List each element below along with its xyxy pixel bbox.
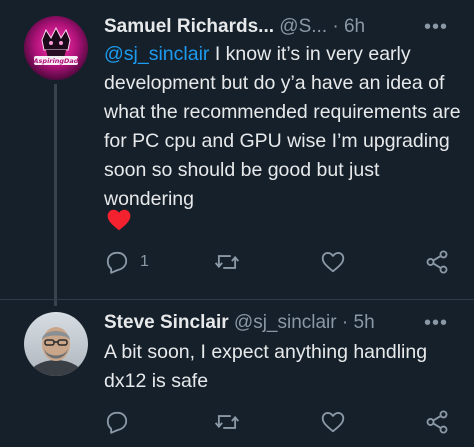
thread-line — [54, 84, 57, 306]
like-button[interactable] — [320, 247, 356, 277]
gaming-logo-avatar-icon: AspiringDad — [24, 16, 88, 80]
reply-icon — [106, 251, 128, 274]
profile-photo-avatar-icon — [24, 312, 88, 376]
tweet-text: @sj_sinclair I know it’s in very early d… — [104, 40, 464, 214]
red-heart-emoji-icon — [107, 209, 131, 231]
retweet-button[interactable] — [214, 247, 250, 277]
avatar[interactable]: AspiringDad — [24, 16, 88, 80]
retweet-icon — [214, 415, 240, 429]
share-icon — [426, 250, 448, 274]
more-dots-icon[interactable]: ••• — [424, 310, 448, 336]
reply-button[interactable] — [104, 407, 140, 437]
separator: · — [341, 312, 349, 333]
mention-link[interactable]: @sj_sinclair — [104, 43, 209, 65]
tweet[interactable]: AspiringDad Samuel Richards... @S... · 6… — [0, 0, 474, 306]
author-handle[interactable]: @S... — [279, 16, 327, 37]
tweet-text: A bit soon, I expect anything handling d… — [104, 338, 464, 396]
like-button[interactable] — [320, 407, 356, 437]
share-button[interactable] — [424, 407, 450, 437]
tweet-header: Samuel Richards... @S... · 6h ••• — [104, 14, 454, 40]
timestamp[interactable]: 5h — [354, 312, 375, 333]
avatar[interactable] — [24, 312, 88, 376]
reply-button[interactable]: 1 — [104, 247, 149, 277]
author-name[interactable]: Samuel Richards... — [104, 16, 274, 37]
tweet[interactable]: Steve Sinclair @sj_sinclair · 5h ••• A b… — [0, 300, 474, 447]
more-dots-icon[interactable]: ••• — [424, 14, 448, 40]
timestamp[interactable]: 6h — [344, 16, 365, 37]
like-heart-icon — [321, 251, 345, 273]
tweet-text-content: I know it’s in very early development bu… — [104, 43, 461, 210]
tweet-header: Steve Sinclair @sj_sinclair · 5h ••• — [104, 310, 454, 336]
share-button[interactable] — [424, 247, 450, 277]
retweet-button[interactable] — [214, 407, 250, 437]
svg-text:AspiringDad: AspiringDad — [33, 57, 79, 65]
tweet-actions — [100, 407, 460, 437]
tweet-actions: 1 — [100, 247, 460, 277]
reply-count: 1 — [140, 253, 149, 270]
like-heart-icon — [321, 411, 345, 433]
share-icon — [426, 410, 448, 434]
author-name[interactable]: Steve Sinclair — [104, 312, 229, 333]
separator: · — [332, 16, 339, 37]
reply-icon — [106, 411, 128, 434]
retweet-icon — [214, 255, 240, 269]
tweet-text-content: A bit soon, I expect anything handling d… — [104, 341, 428, 392]
author-handle[interactable]: @sj_sinclair — [234, 312, 337, 333]
